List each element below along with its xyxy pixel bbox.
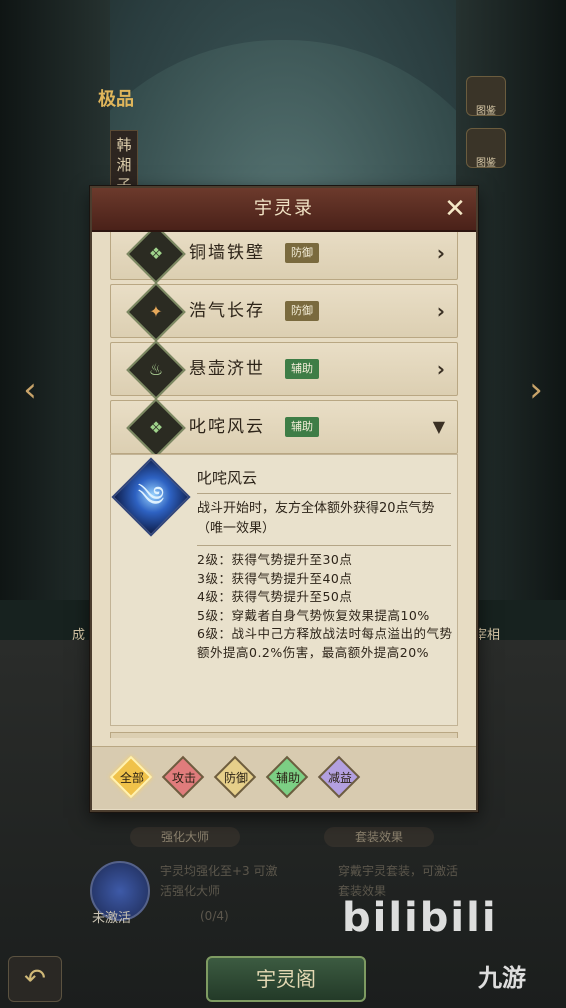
list-item[interactable] [110, 732, 458, 738]
codex-icon-button[interactable]: 图鉴 [466, 76, 506, 117]
filter-bar: 全部 攻击 防御 辅助 减益 [92, 746, 476, 809]
item-name: 叱咤风云 [189, 417, 265, 437]
item-tag: 辅助 [285, 359, 319, 379]
codex-label: 图鉴 [476, 106, 496, 117]
grade-badge: 极品 [98, 89, 134, 110]
level-2: 2级：获得气势提升至30点 [197, 552, 353, 567]
filter-attack-button[interactable]: 攻击 [161, 755, 205, 799]
codex-label-2: 图鉴 [476, 158, 496, 169]
yuling-list[interactable]: ❖ 铜墙铁壁 防御 › ✦ 浩气长存 防御 › ♨ 悬壶济世 辅助 › ❖ 叱咤… [106, 232, 460, 738]
gourd-icon: ♨ [126, 340, 186, 400]
list-item[interactable]: ❖ 铜墙铁壁 防御 › [110, 232, 458, 284]
dialog-header: 宇灵录 ✕ [92, 188, 476, 232]
filter-label: 攻击 [171, 771, 196, 785]
enhance-master-panel: 强化大师 宇灵均强化至+3 可激活强化大师 未激活 (0/4) [90, 813, 280, 933]
level-4: 4级：获得气势提升至50点 [197, 589, 353, 604]
prev-arrow-icon[interactable]: ‹ [18, 370, 42, 410]
crystal-icon: ❖ [126, 232, 186, 284]
level-5: 5级：穿戴者自身气势恢复效果提高10% [197, 607, 430, 623]
list-item[interactable]: ♨ 悬壶济世 辅助 › [110, 340, 458, 400]
detail-name: 叱咤风云 [197, 469, 258, 487]
enhance-status: 未激活 [92, 911, 132, 926]
chevron-right-icon: › [436, 357, 445, 381]
list-item-expanded[interactable]: ❖ 叱咤风云 辅助 ▼ [110, 398, 458, 458]
level-list: 2级：获得气势提升至30点 3级：获得气势提升至40点 4级：获得气势提升至50… [197, 551, 457, 662]
divider [197, 545, 451, 546]
item-name: 悬壶济世 [189, 359, 265, 379]
item-name: 铜墙铁壁 [189, 243, 265, 263]
yuling-pavilion-button[interactable]: 宇灵阁 [206, 956, 366, 1002]
codex-icon-button-2[interactable]: 图鉴 [466, 128, 506, 169]
chevron-right-icon: › [436, 241, 445, 265]
enhance-master-text: 宇灵均强化至+3 可激活强化大师 [160, 864, 278, 898]
filter-label: 全部 [119, 771, 144, 785]
level-6: 6级：战斗中己方释放战法时每点溢出的气势额外提高0.2%伤害，最高额外提高20% [197, 626, 453, 660]
item-tag: 防御 [285, 301, 319, 321]
watermark-jiuyou: 九游 [478, 964, 526, 992]
whirlwind-glyph: ༄ [137, 480, 165, 513]
next-arrow-icon[interactable]: › [524, 370, 548, 410]
item-name: 浩气长存 [189, 301, 265, 321]
filter-label: 辅助 [275, 771, 300, 785]
back-button[interactable]: ↶ [8, 956, 62, 1002]
watermark-bilibili: bilibili [342, 895, 498, 941]
item-tag: 辅助 [285, 417, 319, 437]
level-3: 3级：获得气势提升至40点 [197, 570, 353, 586]
divider [197, 493, 451, 494]
chevron-down-icon: ▼ [432, 417, 445, 436]
detail-description: 战斗开始时，友方全体额外获得20点气势（唯一效果） [197, 501, 435, 536]
close-icon[interactable]: ✕ [440, 194, 470, 224]
wing-icon: ✦ [126, 282, 186, 342]
filter-support-button[interactable]: 辅助 [265, 755, 309, 799]
enhance-master-title: 强化大师 [130, 827, 240, 847]
filter-label: 减益 [327, 771, 352, 785]
dialog-title: 宇灵录 [254, 198, 314, 219]
filter-defense-button[interactable]: 防御 [213, 755, 257, 799]
list-item[interactable]: ✦ 浩气长存 防御 › [110, 282, 458, 342]
yuling-record-dialog: 宇灵录 ✕ ❖ 铜墙铁壁 防御 › ✦ 浩气长存 防御 › ♨ 悬壶济世 辅助 … [90, 186, 478, 812]
skill-detail-panel: ༄ 叱咤风云 战斗开始时，友方全体额外获得20点气势（唯一效果） 2级：获得气势… [110, 454, 458, 726]
filter-all-button[interactable]: 全部 [109, 755, 153, 799]
item-tag: 防御 [285, 243, 319, 263]
filter-label: 防御 [223, 771, 248, 785]
filter-debuff-button[interactable]: 减益 [317, 755, 361, 799]
enhance-count: (0/4) [200, 909, 229, 923]
set-effect-title: 套装效果 [324, 827, 434, 847]
crystal-icon: ❖ [126, 398, 186, 458]
chevron-right-icon: › [436, 299, 445, 323]
